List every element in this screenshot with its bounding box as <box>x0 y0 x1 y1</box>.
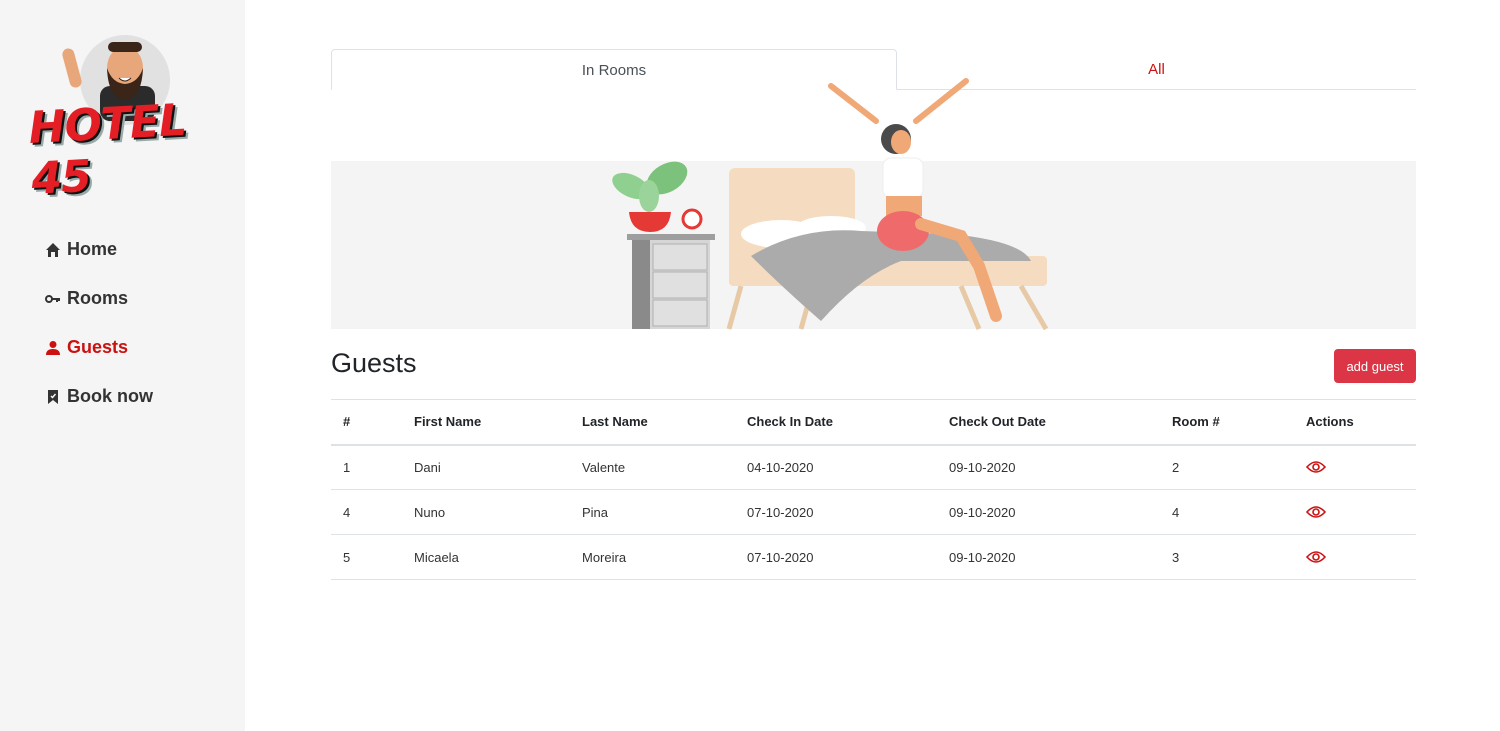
column-header-first-name: First Name <box>402 399 570 446</box>
table-row: 5 Micaela Moreira 07-10-2020 09-10-2020 … <box>331 534 1416 580</box>
nav-item-guests[interactable]: Guests <box>45 323 153 372</box>
column-header-check-out: Check Out Date <box>937 399 1160 446</box>
cell-first-name: Micaela <box>402 534 570 580</box>
eye-icon[interactable] <box>1306 505 1326 519</box>
bedroom-illustration <box>612 78 1049 331</box>
eye-icon[interactable] <box>1306 550 1326 564</box>
column-header-check-in: Check In Date <box>735 399 937 446</box>
table-row: 1 Dani Valente 04-10-2020 09-10-2020 2 <box>331 444 1416 490</box>
bookmark-icon <box>48 389 58 404</box>
cell-id: 5 <box>331 534 402 580</box>
cell-check-in: 04-10-2020 <box>735 444 937 490</box>
column-header-room: Room # <box>1160 399 1294 446</box>
cell-check-out: 09-10-2020 <box>937 534 1160 580</box>
tab-in-rooms[interactable]: In Rooms <box>331 49 897 90</box>
cell-actions <box>1294 534 1416 580</box>
add-guest-button[interactable]: add guest <box>1334 349 1416 383</box>
nav-label-rooms: Rooms <box>67 288 129 308</box>
logo-wordmark: HOTEL 45 <box>27 94 188 205</box>
cell-check-in: 07-10-2020 <box>735 534 937 580</box>
cell-check-in: 07-10-2020 <box>735 489 937 535</box>
cell-check-out: 09-10-2020 <box>937 489 1160 535</box>
table-header-row: # First Name Last Name Check In Date Che… <box>331 399 1416 446</box>
cell-id: 4 <box>331 489 402 535</box>
guests-table: # First Name Last Name Check In Date Che… <box>331 399 1416 580</box>
cell-check-out: 09-10-2020 <box>937 444 1160 490</box>
key-icon <box>45 294 60 303</box>
cell-first-name: Dani <box>402 444 570 490</box>
nav-label-book-now: Book now <box>67 386 153 406</box>
column-header-actions: Actions <box>1294 399 1416 446</box>
hero-banner <box>331 78 1416 331</box>
page-title: Guests <box>331 348 417 378</box>
cell-room: 3 <box>1160 534 1294 580</box>
hotel-logo[interactable]: HOTEL 45 <box>27 28 220 205</box>
nav-item-book-now[interactable]: Book now <box>45 372 153 421</box>
eye-icon[interactable] <box>1306 460 1326 474</box>
tab-all[interactable]: All <box>897 49 1416 90</box>
tab-bar: In Rooms All <box>331 49 1416 90</box>
sidebar-nav: Home Rooms Guests Book now <box>45 225 153 421</box>
cell-actions <box>1294 444 1416 490</box>
nav-label-home: Home <box>67 239 118 259</box>
cell-last-name: Valente <box>570 444 735 490</box>
cell-room: 2 <box>1160 444 1294 490</box>
cell-actions <box>1294 489 1416 535</box>
cell-last-name: Pina <box>570 489 735 535</box>
column-header-last-name: Last Name <box>570 399 735 446</box>
cell-id: 1 <box>331 444 402 490</box>
nav-item-home[interactable]: Home <box>45 225 153 274</box>
nav-label-guests: Guests <box>67 337 129 357</box>
column-header-number: # <box>331 399 402 446</box>
nav-item-rooms[interactable]: Rooms <box>45 274 153 323</box>
cell-last-name: Moreira <box>570 534 735 580</box>
user-icon <box>46 340 60 355</box>
sidebar: HOTEL 45 Home Rooms Guests Book now <box>0 0 245 731</box>
table-row: 4 Nuno Pina 07-10-2020 09-10-2020 4 <box>331 489 1416 535</box>
cell-first-name: Nuno <box>402 489 570 535</box>
cell-room: 4 <box>1160 489 1294 535</box>
home-icon <box>46 242 60 257</box>
